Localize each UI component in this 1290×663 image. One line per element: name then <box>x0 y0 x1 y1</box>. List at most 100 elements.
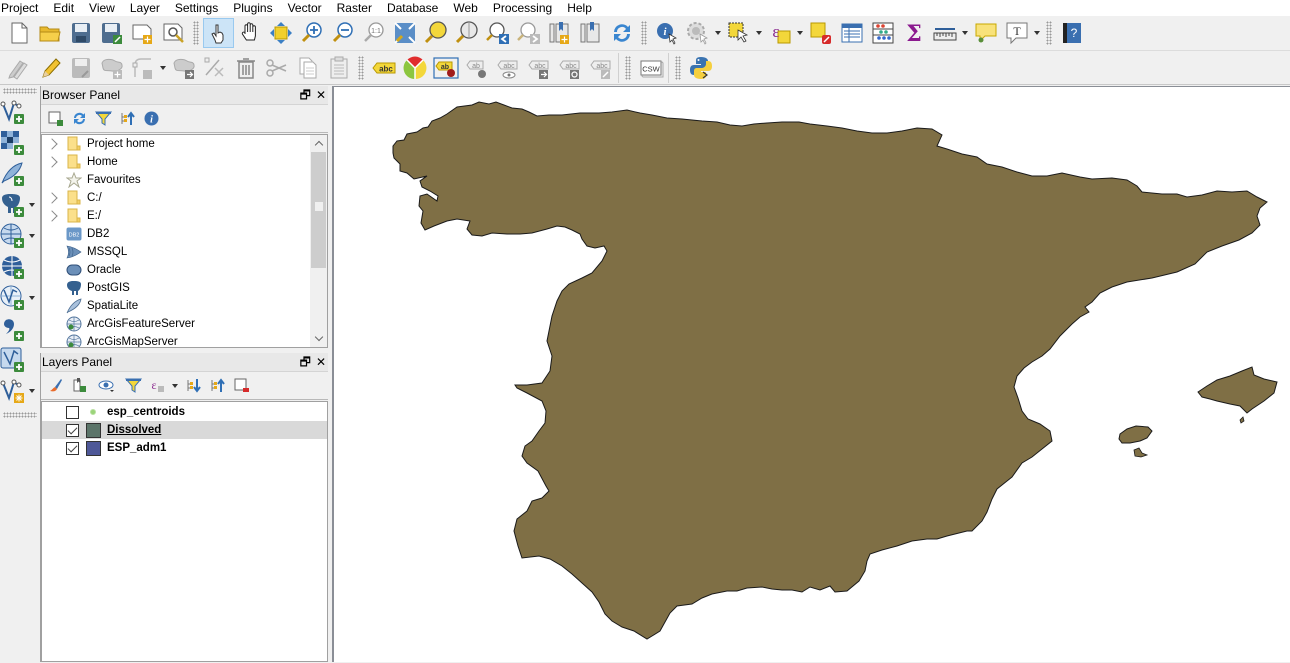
close-panel-icon[interactable]: ✕ <box>316 356 326 368</box>
select-by-expression-button[interactable]: ε <box>764 18 795 48</box>
cut-features-button[interactable] <box>261 53 292 83</box>
toolbar-handle[interactable] <box>358 55 364 80</box>
show-bookmarks-button[interactable] <box>575 18 606 48</box>
add-feature-button[interactable] <box>96 53 127 83</box>
layers-panel-titlebar[interactable]: Layers Panel 🗗 ✕ <box>41 353 328 372</box>
scroll-thumb[interactable] <box>311 152 326 268</box>
map-feature-ibiza[interactable] <box>1118 425 1153 444</box>
delete-selected-button[interactable] <box>230 53 261 83</box>
add-group-button[interactable] <box>69 376 89 396</box>
browser-item[interactable]: Home <box>42 153 312 171</box>
new-project-button[interactable] <box>3 18 34 48</box>
expand-arrow-icon[interactable] <box>46 138 58 150</box>
wfs-dropdown[interactable] <box>26 283 38 313</box>
menu-edit[interactable]: Edit <box>53 1 81 15</box>
scroll-down-button[interactable] <box>310 330 327 347</box>
menu-processing[interactable]: Processing <box>493 1 559 15</box>
add-spatialite-layer-button[interactable] <box>0 158 40 189</box>
change-label-button[interactable]: abc <box>585 53 616 83</box>
highlight-pinned-labels-button[interactable]: ab <box>430 53 461 83</box>
touch-zoom-pan-button[interactable] <box>203 18 234 48</box>
new-bookmark-button[interactable] <box>544 18 575 48</box>
map-tips-button[interactable] <box>970 18 1001 48</box>
zoom-to-selection-button[interactable] <box>420 18 451 48</box>
close-panel-icon[interactable]: ✕ <box>316 89 326 101</box>
filter-legend-by-expression-button[interactable]: ε <box>147 376 167 396</box>
save-project-as-button[interactable] <box>96 18 127 48</box>
browser-refresh-button[interactable] <box>69 109 89 129</box>
save-layer-edits-button[interactable] <box>65 53 96 83</box>
menu-layer[interactable]: Layer <box>130 1 167 15</box>
measure-dropdown[interactable] <box>960 18 970 48</box>
add-wcs-layer-button[interactable] <box>0 251 40 282</box>
move-label-button[interactable]: abc <box>523 53 554 83</box>
menu-view[interactable]: View <box>89 1 122 15</box>
zoom-last-button[interactable] <box>482 18 513 48</box>
toolbar-handle[interactable] <box>675 55 681 80</box>
pan-map-button[interactable] <box>234 18 265 48</box>
node-tool-dropdown[interactable] <box>158 53 168 83</box>
properties-widget-button[interactable]: i <box>141 109 161 129</box>
node-tool-button[interactable] <box>127 53 158 83</box>
new-print-composer-button[interactable] <box>127 18 158 48</box>
browser-item[interactable]: MSSQL <box>42 243 312 261</box>
identify-features-button[interactable]: i <box>651 18 682 48</box>
zoom-to-layer-button[interactable] <box>451 18 482 48</box>
filter-browser-button[interactable] <box>93 109 113 129</box>
browser-item[interactable]: E:/ <box>42 207 312 225</box>
help-contents-button[interactable]: ? <box>1056 18 1087 48</box>
add-virtual-layer-button[interactable] <box>0 344 40 375</box>
new-layer-dropdown[interactable] <box>26 376 38 406</box>
browser-item[interactable]: Project home <box>42 135 312 153</box>
statistical-summary-button[interactable]: Σ <box>898 18 929 48</box>
menu-help[interactable]: Help <box>567 1 599 15</box>
add-wfs-layer-button[interactable] <box>0 282 40 313</box>
manage-map-themes-button[interactable] <box>93 376 119 396</box>
remove-layer-button[interactable] <box>231 376 251 396</box>
select-features-button[interactable] <box>723 18 754 48</box>
csw-metasearch-button[interactable]: CSW <box>635 53 666 83</box>
browser-item[interactable]: SpatiaLite <box>42 297 312 315</box>
open-project-button[interactable] <box>34 18 65 48</box>
delete-part-button[interactable] <box>199 53 230 83</box>
add-postgis-layer-button[interactable] <box>0 189 40 220</box>
layer-visibility-checkbox[interactable] <box>66 441 79 455</box>
paste-features-button[interactable] <box>323 53 354 83</box>
zoom-full-button[interactable] <box>389 18 420 48</box>
browser-scrollbar[interactable] <box>310 135 327 347</box>
zoom-actual-size-button[interactable]: 1:1 <box>358 18 389 48</box>
map-feature-formentera[interactable] <box>1133 447 1149 458</box>
browser-item[interactable]: C:/ <box>42 189 312 207</box>
deselect-all-button[interactable] <box>805 18 836 48</box>
add-selected-layers-button[interactable] <box>45 109 65 129</box>
pan-to-selection-button[interactable] <box>265 18 296 48</box>
layer-visibility-checkbox[interactable] <box>66 423 79 437</box>
toolbar-handle[interactable] <box>3 88 37 94</box>
show-hide-labels-button[interactable]: abc <box>492 53 523 83</box>
map-feature-mallorca[interactable] <box>1197 366 1278 414</box>
postgis-dropdown[interactable] <box>26 190 38 220</box>
layer-visibility-checkbox[interactable] <box>66 405 79 419</box>
map-feature-mainland[interactable] <box>392 101 1268 640</box>
expand-arrow-icon[interactable] <box>46 156 58 168</box>
browser-item[interactable]: Oracle <box>42 261 312 279</box>
pin-unpin-labels-button[interactable]: ab <box>461 53 492 83</box>
text-annotation-button[interactable]: T <box>1001 18 1032 48</box>
add-raster-layer-button[interactable] <box>0 127 40 158</box>
scroll-up-button[interactable] <box>310 135 327 152</box>
python-console-button[interactable] <box>685 53 716 83</box>
float-panel-icon[interactable]: 🗗 <box>300 356 311 368</box>
add-delimited-text-layer-button[interactable] <box>0 313 40 344</box>
menu-project[interactable]: Project <box>1 1 45 15</box>
expression-filter-dropdown[interactable] <box>171 376 179 396</box>
menu-plugins[interactable]: Plugins <box>233 1 279 15</box>
layer-item[interactable]: ESP_adm1 <box>42 439 327 457</box>
layer-diagram-button[interactable] <box>399 53 430 83</box>
toolbar-handle[interactable] <box>641 21 647 45</box>
toolbar-handle[interactable] <box>193 21 199 45</box>
layer-labeling-button[interactable]: abc <box>368 53 399 83</box>
browser-item[interactable]: ArcGisMapServer <box>42 333 312 347</box>
toolbar-handle[interactable] <box>1046 21 1052 45</box>
field-calculator-button[interactable] <box>867 18 898 48</box>
open-layer-styling-button[interactable] <box>45 376 65 396</box>
